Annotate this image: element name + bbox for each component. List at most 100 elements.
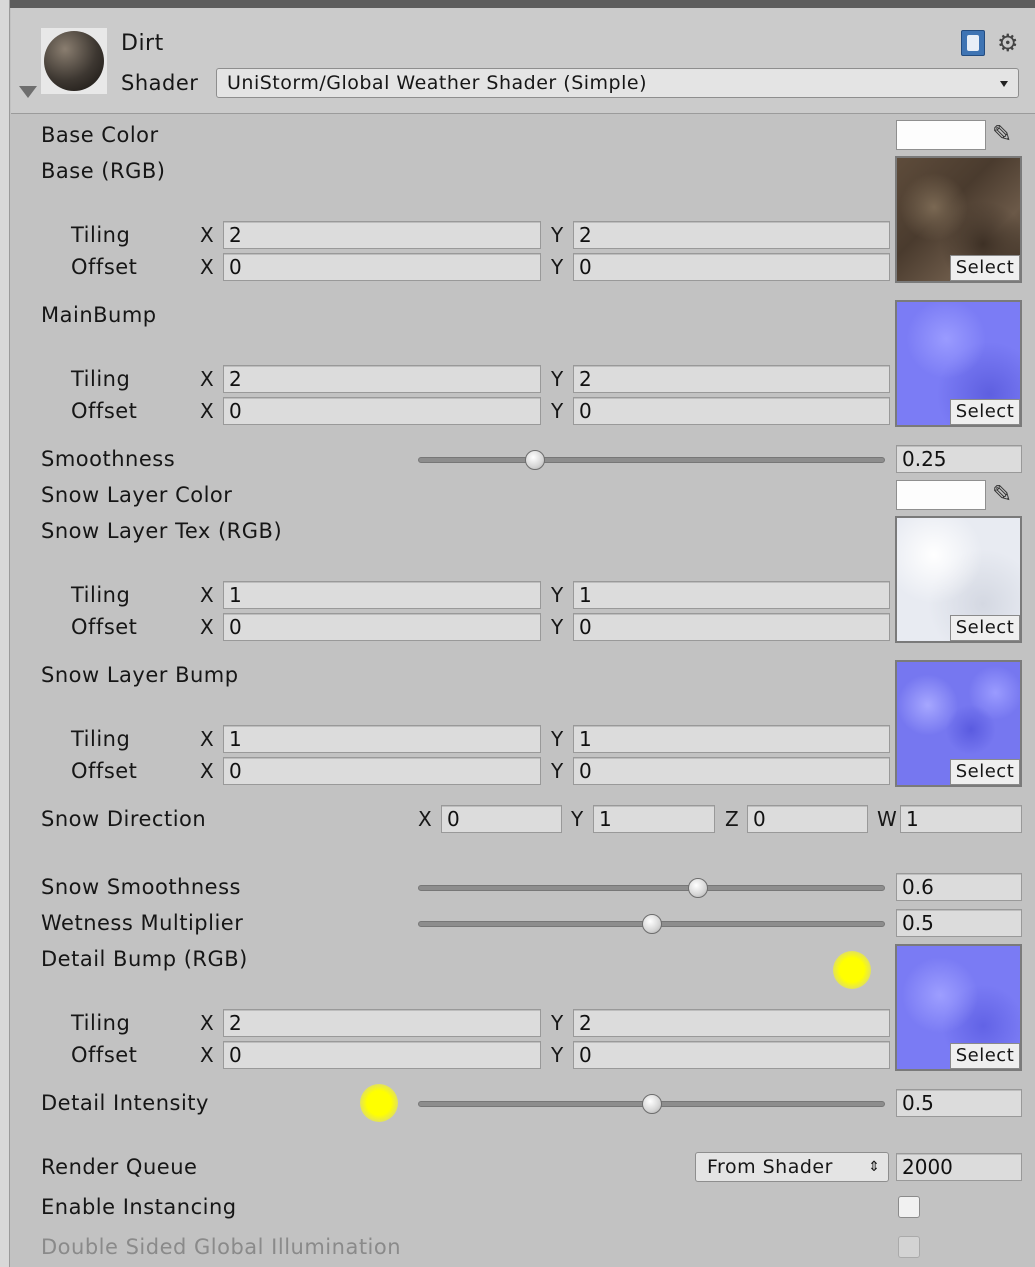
main-bump-offset-x-axis: X bbox=[200, 399, 214, 423]
detail-bump-tiling-label: Tiling bbox=[71, 1011, 131, 1035]
smoothness-slider-track[interactable] bbox=[418, 457, 885, 463]
detail-intensity-slider-thumb[interactable] bbox=[641, 1094, 662, 1114]
detail-bump-texture-slot[interactable]: Select bbox=[895, 944, 1022, 1071]
main-bump-offset-y-field[interactable]: 0 bbox=[573, 397, 890, 425]
snow-bump-offset-label: Offset bbox=[71, 759, 138, 783]
snow-tex-tiling-x-axis: X bbox=[200, 583, 214, 607]
gear-icon[interactable]: ⚙ bbox=[997, 28, 1027, 58]
wetness-multiplier-value-field[interactable]: 0.5 bbox=[896, 909, 1022, 937]
window-left-edge bbox=[0, 0, 10, 1267]
help-book-icon[interactable] bbox=[961, 30, 985, 56]
snow-tex-tiling-label: Tiling bbox=[71, 583, 131, 607]
snow-bump-tiling-x-axis: X bbox=[200, 727, 214, 751]
main-bump-texture-slot[interactable]: Select bbox=[895, 300, 1022, 427]
snow-direction-y-axis: Y bbox=[571, 807, 584, 831]
snow-direction-x-field[interactable]: 0 bbox=[441, 805, 562, 833]
base-color-label: Base Color bbox=[41, 123, 159, 147]
detail-bump-select-button[interactable]: Select bbox=[950, 1043, 1020, 1069]
base-offset-y-axis: Y bbox=[551, 255, 564, 279]
sphere-icon bbox=[44, 31, 104, 91]
snow-tex-offset-y-axis: Y bbox=[551, 615, 564, 639]
snow-direction-z-axis: Z bbox=[725, 807, 739, 831]
snow-smoothness-slider-track[interactable] bbox=[418, 885, 885, 891]
snow-tex-offset-y-field[interactable]: 0 bbox=[573, 613, 890, 641]
enable-instancing-checkbox[interactable] bbox=[898, 1196, 920, 1218]
base-color-swatch[interactable] bbox=[896, 120, 986, 150]
snow-direction-label: Snow Direction bbox=[41, 807, 207, 831]
detail-bump-label: Detail Bump (RGB) bbox=[41, 947, 248, 971]
detail-bump-offset-y-axis: Y bbox=[551, 1043, 564, 1067]
detail-bump-offset-x-axis: X bbox=[200, 1043, 214, 1067]
main-bump-tiling-y-axis: Y bbox=[551, 367, 564, 391]
snow-bump-offset-x-field[interactable]: 0 bbox=[223, 757, 541, 785]
base-offset-x-axis: X bbox=[200, 255, 214, 279]
main-bump-tiling-y-field[interactable]: 2 bbox=[573, 365, 890, 393]
main-bump-tiling-label: Tiling bbox=[71, 367, 131, 391]
snow-direction-w-axis: W bbox=[877, 807, 897, 831]
snow-layer-color-swatch[interactable] bbox=[896, 480, 986, 510]
base-texture-select-button[interactable]: Select bbox=[950, 255, 1020, 281]
detail-intensity-value-field[interactable]: 0.5 bbox=[896, 1089, 1022, 1117]
wetness-multiplier-label: Wetness Multiplier bbox=[41, 911, 244, 935]
base-tiling-x-field[interactable]: 2 bbox=[223, 221, 541, 249]
material-preview-thumbnail[interactable] bbox=[41, 28, 107, 94]
snow-smoothness-value-field[interactable]: 0.6 bbox=[896, 873, 1022, 901]
render-queue-label: Render Queue bbox=[41, 1155, 198, 1179]
main-bump-offset-x-field[interactable]: 0 bbox=[223, 397, 541, 425]
base-tiling-label: Tiling bbox=[71, 223, 131, 247]
cursor-highlight-marker bbox=[360, 1084, 398, 1122]
detail-bump-tiling-y-axis: Y bbox=[551, 1011, 564, 1035]
detail-bump-offset-y-field[interactable]: 0 bbox=[573, 1041, 890, 1069]
snow-tex-tiling-y-field[interactable]: 1 bbox=[573, 581, 890, 609]
snow-layer-texture-slot[interactable]: Select bbox=[895, 516, 1022, 643]
foldout-triangle-icon[interactable] bbox=[19, 86, 37, 98]
snow-direction-z-field[interactable]: 0 bbox=[747, 805, 868, 833]
snow-layer-color-label: Snow Layer Color bbox=[41, 483, 233, 507]
render-queue-value-field[interactable]: 2000 bbox=[896, 1153, 1022, 1181]
snow-layer-bump-label: Snow Layer Bump bbox=[41, 663, 239, 687]
main-bump-offset-label: Offset bbox=[71, 399, 138, 423]
shader-label: Shader bbox=[121, 71, 199, 95]
main-bump-select-button[interactable]: Select bbox=[950, 399, 1020, 425]
eyedropper-icon[interactable]: ✎ bbox=[992, 118, 1022, 150]
base-tiling-x-axis: X bbox=[200, 223, 214, 247]
detail-intensity-label: Detail Intensity bbox=[41, 1091, 209, 1115]
snow-bump-select-button[interactable]: Select bbox=[950, 759, 1020, 785]
snow-smoothness-slider-thumb[interactable] bbox=[688, 878, 709, 898]
snow-bump-tiling-x-field[interactable]: 1 bbox=[223, 725, 541, 753]
snow-bump-tiling-label: Tiling bbox=[71, 727, 131, 751]
wetness-multiplier-slider-thumb[interactable] bbox=[641, 914, 662, 934]
dropdown-arrow-icon bbox=[1000, 81, 1008, 87]
shader-dropdown[interactable]: UniStorm/Global Weather Shader (Simple) bbox=[216, 68, 1019, 98]
base-offset-x-field[interactable]: 0 bbox=[223, 253, 541, 281]
base-offset-y-field[interactable]: 0 bbox=[573, 253, 890, 281]
base-offset-label: Offset bbox=[71, 255, 138, 279]
snow-layer-tex-label: Snow Layer Tex (RGB) bbox=[41, 519, 283, 543]
double-sided-gi-label: Double Sided Global Illumination bbox=[41, 1235, 402, 1259]
base-tiling-y-axis: Y bbox=[551, 223, 564, 247]
snow-bump-offset-y-field[interactable]: 0 bbox=[573, 757, 890, 785]
snow-bump-texture-slot[interactable]: Select bbox=[895, 660, 1022, 787]
snow-tex-tiling-x-field[interactable]: 1 bbox=[223, 581, 541, 609]
detail-bump-tiling-y-field[interactable]: 2 bbox=[573, 1009, 890, 1037]
detail-bump-offset-x-field[interactable]: 0 bbox=[223, 1041, 541, 1069]
snow-tex-offset-x-field[interactable]: 0 bbox=[223, 613, 541, 641]
smoothness-value-field[interactable]: 0.25 bbox=[896, 445, 1022, 473]
detail-bump-tiling-x-axis: X bbox=[200, 1011, 214, 1035]
snow-direction-x-axis: X bbox=[418, 807, 432, 831]
snow-bump-offset-x-axis: X bbox=[200, 759, 214, 783]
dropdown-arrows-icon: ⇕ bbox=[868, 1159, 880, 1175]
snow-direction-w-field[interactable]: 1 bbox=[900, 805, 1022, 833]
main-bump-tiling-x-field[interactable]: 2 bbox=[223, 365, 541, 393]
snow-layer-select-button[interactable]: Select bbox=[950, 615, 1020, 641]
material-header: Dirt Shader UniStorm/Global Weather Shad… bbox=[11, 8, 1035, 114]
render-queue-dropdown[interactable]: From Shader ⇕ bbox=[695, 1152, 889, 1182]
detail-bump-tiling-x-field[interactable]: 2 bbox=[223, 1009, 541, 1037]
eyedropper-icon[interactable]: ✎ bbox=[992, 478, 1022, 510]
base-texture-slot[interactable]: Select bbox=[895, 156, 1022, 283]
snow-bump-tiling-y-field[interactable]: 1 bbox=[573, 725, 890, 753]
snow-direction-y-field[interactable]: 1 bbox=[593, 805, 715, 833]
smoothness-slider-thumb[interactable] bbox=[524, 450, 545, 470]
shader-dropdown-value: UniStorm/Global Weather Shader (Simple) bbox=[227, 72, 647, 94]
base-tiling-y-field[interactable]: 2 bbox=[573, 221, 890, 249]
